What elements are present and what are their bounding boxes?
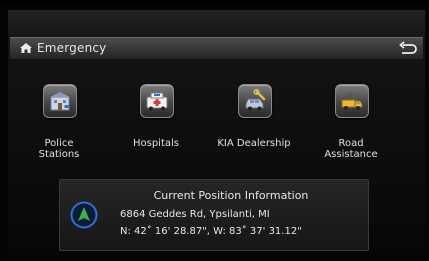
- current-coordinates: N: 42˚ 16' 28.87", W: 83˚ 37' 31.12": [120, 226, 302, 237]
- page-title: Emergency: [37, 41, 107, 55]
- car-repair-icon: [245, 89, 266, 111]
- menu-item-road-assistance[interactable]: Road Assistance: [309, 70, 393, 188]
- ambulance-icon: [146, 92, 168, 111]
- current-address: 6864 Geddes Rd, Ypsilanti, MI: [120, 209, 270, 220]
- menu-item-label: Police Stations: [38, 138, 80, 160]
- menu-item-police-stations[interactable]: Police Stations: [17, 70, 101, 188]
- menu-item-label: Road Assistance: [324, 138, 378, 160]
- police-station-icon: [50, 92, 70, 111]
- hospitals-tile[interactable]: [140, 84, 174, 118]
- emergency-screen: Emergency Police Stations Hospitals KIA …: [0, 0, 429, 261]
- kia-dealership-tile[interactable]: [238, 84, 272, 118]
- road-assistance-tile[interactable]: [335, 84, 369, 118]
- menu-item-label: Hospitals: [132, 138, 179, 149]
- bezel-top: [0, 0, 429, 10]
- home-icon[interactable]: [19, 42, 33, 54]
- navigation-arrow-icon: [70, 201, 98, 229]
- current-position-panel: Current Position Information 6864 Geddes…: [59, 179, 369, 251]
- status-bar: [8, 10, 425, 37]
- tow-truck-icon: [341, 92, 363, 110]
- menu-item-label: KIA Dealership: [217, 138, 291, 149]
- title-bar: Emergency: [10, 37, 423, 60]
- menu-item-hospitals[interactable]: Hospitals: [114, 70, 198, 188]
- police-station-tile[interactable]: [43, 84, 77, 118]
- menu-item-kia-dealership[interactable]: KIA Dealership: [212, 70, 296, 188]
- display-area: Emergency Police Stations Hospitals KIA …: [8, 10, 425, 255]
- current-position-heading: Current Position Information: [153, 189, 309, 202]
- back-button[interactable]: [397, 40, 419, 57]
